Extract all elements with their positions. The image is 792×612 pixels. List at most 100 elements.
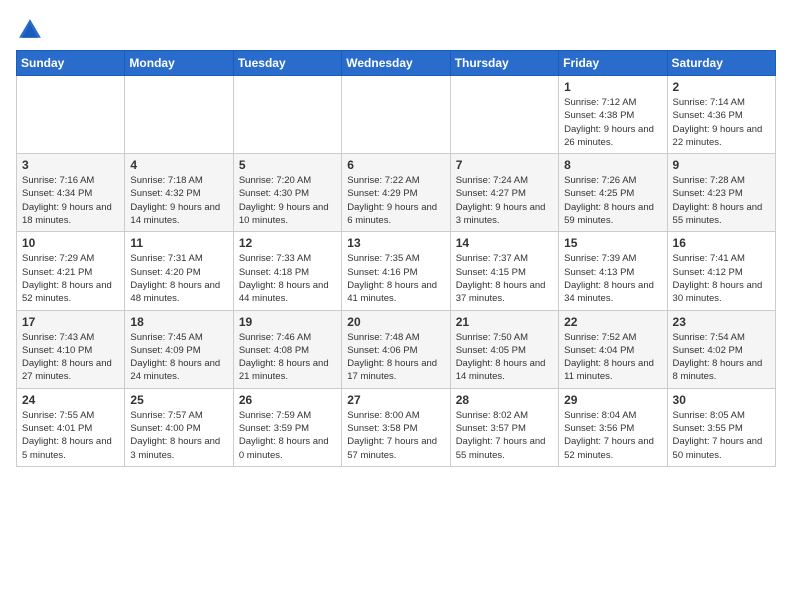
day-info: Sunrise: 7:29 AM Sunset: 4:21 PM Dayligh…	[22, 252, 119, 305]
calendar-cell-0-1	[125, 76, 233, 154]
calendar-cell-0-5: 1 Sunrise: 7:12 AM Sunset: 4:38 PM Daylig…	[559, 76, 667, 154]
day-info: Sunrise: 7:59 AM Sunset: 3:59 PM Dayligh…	[239, 409, 336, 462]
calendar-cell-4-3: 27 Sunrise: 8:00 AM Sunset: 3:58 PM Dayli…	[342, 388, 450, 466]
day-number: 26	[239, 393, 336, 407]
day-info: Sunrise: 7:43 AM Sunset: 4:10 PM Dayligh…	[22, 331, 119, 384]
day-info: Sunrise: 7:41 AM Sunset: 4:12 PM Dayligh…	[673, 252, 770, 305]
day-number: 2	[673, 80, 770, 94]
day-info: Sunrise: 7:28 AM Sunset: 4:23 PM Dayligh…	[673, 174, 770, 227]
calendar-cell-4-5: 29 Sunrise: 8:04 AM Sunset: 3:56 PM Dayli…	[559, 388, 667, 466]
calendar-cell-2-4: 14 Sunrise: 7:37 AM Sunset: 4:15 PM Dayli…	[450, 232, 558, 310]
day-number: 9	[673, 158, 770, 172]
calendar-cell-3-6: 23Sunrise: 7:54 AM Sunset: 4:02 PM Dayli…	[667, 310, 775, 388]
day-info: Sunrise: 8:02 AM Sunset: 3:57 PM Dayligh…	[456, 409, 553, 462]
calendar-cell-3-1: 18Sunrise: 7:45 AM Sunset: 4:09 PM Dayli…	[125, 310, 233, 388]
logo-icon	[16, 16, 44, 44]
calendar-cell-1-4: 7 Sunrise: 7:24 AM Sunset: 4:27 PM Daylig…	[450, 154, 558, 232]
day-info: Sunrise: 7:57 AM Sunset: 4:00 PM Dayligh…	[130, 409, 227, 462]
calendar-cell-2-2: 12 Sunrise: 7:33 AM Sunset: 4:18 PM Dayli…	[233, 232, 341, 310]
calendar-cell-1-3: 6Sunrise: 7:22 AM Sunset: 4:29 PM Daylig…	[342, 154, 450, 232]
day-number: 21	[456, 315, 553, 329]
calendar-cell-3-0: 17 Sunrise: 7:43 AM Sunset: 4:10 PM Dayli…	[17, 310, 125, 388]
day-number: 17	[22, 315, 119, 329]
day-number: 10	[22, 236, 119, 250]
calendar-week-4: 24 Sunrise: 7:55 AM Sunset: 4:01 PM Dayli…	[17, 388, 776, 466]
day-number: 15	[564, 236, 661, 250]
header	[16, 16, 776, 44]
day-number: 4	[130, 158, 227, 172]
calendar-cell-3-5: 22Sunrise: 7:52 AM Sunset: 4:04 PM Dayli…	[559, 310, 667, 388]
day-info: Sunrise: 7:20 AM Sunset: 4:30 PM Dayligh…	[239, 174, 336, 227]
day-info: Sunrise: 7:35 AM Sunset: 4:16 PM Dayligh…	[347, 252, 444, 305]
day-number: 27	[347, 393, 444, 407]
calendar-cell-3-4: 21 Sunrise: 7:50 AM Sunset: 4:05 PM Dayli…	[450, 310, 558, 388]
calendar-cell-2-1: 11 Sunrise: 7:31 AM Sunset: 4:20 PM Dayli…	[125, 232, 233, 310]
day-info: Sunrise: 7:55 AM Sunset: 4:01 PM Dayligh…	[22, 409, 119, 462]
calendar-cell-4-2: 26 Sunrise: 7:59 AM Sunset: 3:59 PM Dayli…	[233, 388, 341, 466]
day-number: 5	[239, 158, 336, 172]
calendar-week-2: 10 Sunrise: 7:29 AM Sunset: 4:21 PM Dayli…	[17, 232, 776, 310]
day-info: Sunrise: 7:50 AM Sunset: 4:05 PM Dayligh…	[456, 331, 553, 384]
day-info: Sunrise: 8:04 AM Sunset: 3:56 PM Dayligh…	[564, 409, 661, 462]
day-info: Sunrise: 7:46 AM Sunset: 4:08 PM Dayligh…	[239, 331, 336, 384]
day-number: 22	[564, 315, 661, 329]
day-info: Sunrise: 7:48 AM Sunset: 4:06 PM Dayligh…	[347, 331, 444, 384]
header-thursday: Thursday	[450, 51, 558, 76]
header-sunday: Sunday	[17, 51, 125, 76]
day-number: 24	[22, 393, 119, 407]
day-info: Sunrise: 7:45 AM Sunset: 4:09 PM Dayligh…	[130, 331, 227, 384]
calendar-cell-4-4: 28 Sunrise: 8:02 AM Sunset: 3:57 PM Dayli…	[450, 388, 558, 466]
day-number: 3	[22, 158, 119, 172]
day-number: 11	[130, 236, 227, 250]
header-friday: Friday	[559, 51, 667, 76]
calendar-cell-1-1: 4Sunrise: 7:18 AM Sunset: 4:32 PM Daylig…	[125, 154, 233, 232]
day-info: Sunrise: 7:54 AM Sunset: 4:02 PM Dayligh…	[673, 331, 770, 384]
calendar-cell-4-6: 30Sunrise: 8:05 AM Sunset: 3:55 PM Dayli…	[667, 388, 775, 466]
calendar-cell-0-0	[17, 76, 125, 154]
day-info: Sunrise: 7:37 AM Sunset: 4:15 PM Dayligh…	[456, 252, 553, 305]
calendar-cell-2-6: 16 Sunrise: 7:41 AM Sunset: 4:12 PM Dayli…	[667, 232, 775, 310]
header-monday: Monday	[125, 51, 233, 76]
calendar-header-row: SundayMondayTuesdayWednesdayThursdayFrid…	[17, 51, 776, 76]
day-info: Sunrise: 7:24 AM Sunset: 4:27 PM Dayligh…	[456, 174, 553, 227]
day-info: Sunrise: 7:14 AM Sunset: 4:36 PM Dayligh…	[673, 96, 770, 149]
day-number: 29	[564, 393, 661, 407]
calendar-week-3: 17 Sunrise: 7:43 AM Sunset: 4:10 PM Dayli…	[17, 310, 776, 388]
day-info: Sunrise: 8:05 AM Sunset: 3:55 PM Dayligh…	[673, 409, 770, 462]
day-number: 19	[239, 315, 336, 329]
day-number: 16	[673, 236, 770, 250]
calendar: SundayMondayTuesdayWednesdayThursdayFrid…	[16, 50, 776, 467]
day-info: Sunrise: 7:22 AM Sunset: 4:29 PM Dayligh…	[347, 174, 444, 227]
calendar-week-1: 3 Sunrise: 7:16 AM Sunset: 4:34 PM Daylig…	[17, 154, 776, 232]
day-number: 14	[456, 236, 553, 250]
day-info: Sunrise: 8:00 AM Sunset: 3:58 PM Dayligh…	[347, 409, 444, 462]
day-info: Sunrise: 7:12 AM Sunset: 4:38 PM Dayligh…	[564, 96, 661, 149]
day-info: Sunrise: 7:31 AM Sunset: 4:20 PM Dayligh…	[130, 252, 227, 305]
calendar-cell-4-1: 25Sunrise: 7:57 AM Sunset: 4:00 PM Dayli…	[125, 388, 233, 466]
day-info: Sunrise: 7:16 AM Sunset: 4:34 PM Dayligh…	[22, 174, 119, 227]
day-info: Sunrise: 7:33 AM Sunset: 4:18 PM Dayligh…	[239, 252, 336, 305]
calendar-cell-1-5: 8 Sunrise: 7:26 AM Sunset: 4:25 PM Daylig…	[559, 154, 667, 232]
logo	[16, 16, 48, 44]
day-number: 12	[239, 236, 336, 250]
day-number: 1	[564, 80, 661, 94]
calendar-cell-3-3: 20 Sunrise: 7:48 AM Sunset: 4:06 PM Dayli…	[342, 310, 450, 388]
day-info: Sunrise: 7:39 AM Sunset: 4:13 PM Dayligh…	[564, 252, 661, 305]
header-tuesday: Tuesday	[233, 51, 341, 76]
day-number: 8	[564, 158, 661, 172]
calendar-cell-4-0: 24 Sunrise: 7:55 AM Sunset: 4:01 PM Dayli…	[17, 388, 125, 466]
day-number: 7	[456, 158, 553, 172]
header-saturday: Saturday	[667, 51, 775, 76]
calendar-cell-0-2	[233, 76, 341, 154]
calendar-week-0: 1 Sunrise: 7:12 AM Sunset: 4:38 PM Daylig…	[17, 76, 776, 154]
calendar-cell-1-6: 9 Sunrise: 7:28 AM Sunset: 4:23 PM Daylig…	[667, 154, 775, 232]
day-number: 20	[347, 315, 444, 329]
header-wednesday: Wednesday	[342, 51, 450, 76]
calendar-cell-1-2: 5 Sunrise: 7:20 AM Sunset: 4:30 PM Daylig…	[233, 154, 341, 232]
calendar-cell-2-0: 10 Sunrise: 7:29 AM Sunset: 4:21 PM Dayli…	[17, 232, 125, 310]
calendar-cell-3-2: 19 Sunrise: 7:46 AM Sunset: 4:08 PM Dayli…	[233, 310, 341, 388]
day-number: 28	[456, 393, 553, 407]
calendar-cell-0-4	[450, 76, 558, 154]
day-info: Sunrise: 7:26 AM Sunset: 4:25 PM Dayligh…	[564, 174, 661, 227]
calendar-cell-0-6: 2 Sunrise: 7:14 AM Sunset: 4:36 PM Daylig…	[667, 76, 775, 154]
